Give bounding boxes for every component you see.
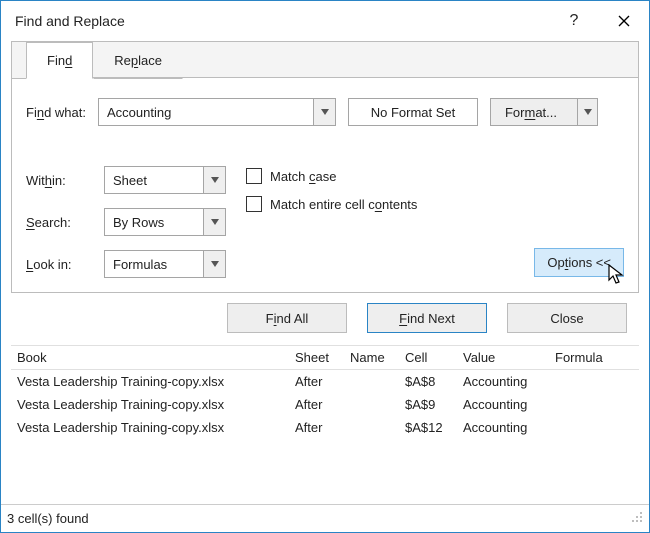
help-button[interactable]: ? (549, 2, 599, 40)
cell-value: Accounting (463, 420, 555, 435)
dialog-title: Find and Replace (15, 13, 549, 29)
titlebar: Find and Replace ? (1, 1, 649, 41)
resize-grip-icon[interactable] (631, 511, 643, 526)
statusbar: 3 cell(s) found (1, 504, 649, 532)
search-value: By Rows (105, 215, 203, 230)
cell-name (350, 420, 405, 435)
tabs-panel: Find Replace Find what: No Format Set Fo… (11, 41, 639, 293)
find-replace-dialog: Find and Replace ? Find Replace Find wha… (0, 0, 650, 533)
results-table: Book Sheet Name Cell Value Formula Vesta… (11, 345, 639, 439)
table-row[interactable]: Vesta Leadership Training-copy.xlsxAfter… (11, 370, 639, 393)
results-body: Vesta Leadership Training-copy.xlsxAfter… (11, 370, 639, 439)
within-value: Sheet (105, 173, 203, 188)
cell-ref: $A$8 (405, 374, 463, 389)
match-case-label: Match case (270, 169, 336, 184)
cell-formula (555, 397, 633, 412)
close-button[interactable]: Close (507, 303, 627, 333)
col-book[interactable]: Book (17, 350, 295, 365)
col-formula[interactable]: Formula (555, 350, 633, 365)
options-area: Within: Sheet Search: By Rows Look in: (26, 166, 624, 278)
format-preview: No Format Set (348, 98, 478, 126)
match-case-checkbox[interactable]: Match case (246, 168, 624, 184)
within-combo[interactable]: Sheet (104, 166, 226, 194)
col-sheet[interactable]: Sheet (295, 350, 350, 365)
cell-book: Vesta Leadership Training-copy.xlsx (17, 397, 295, 412)
table-row[interactable]: Vesta Leadership Training-copy.xlsxAfter… (11, 393, 639, 416)
lookin-value: Formulas (105, 257, 203, 272)
find-what-row: Find what: No Format Set Format... (26, 98, 624, 126)
chevron-down-icon[interactable] (313, 99, 335, 125)
main-area: Find Replace Find what: No Format Set Fo… (1, 41, 649, 449)
chevron-down-icon[interactable] (577, 99, 597, 125)
format-button[interactable]: Format... (490, 98, 598, 126)
find-next-button[interactable]: Find Next (367, 303, 487, 333)
find-all-button[interactable]: Find All (227, 303, 347, 333)
right-options: Match case Match entire cell contents Op… (246, 166, 624, 278)
chevron-down-icon[interactable] (203, 251, 225, 277)
tab-body: Find what: No Format Set Format... Withi… (12, 78, 638, 292)
find-what-combo[interactable] (98, 98, 336, 126)
close-icon (618, 15, 630, 27)
tab-replace[interactable]: Replace (93, 42, 183, 79)
cell-name (350, 397, 405, 412)
tabs-row: Find Replace (12, 42, 638, 78)
cell-ref: $A$9 (405, 397, 463, 412)
match-entire-label: Match entire cell contents (270, 197, 417, 212)
lookin-combo[interactable]: Formulas (104, 250, 226, 278)
cell-book: Vesta Leadership Training-copy.xlsx (17, 420, 295, 435)
within-label: Within: (26, 173, 96, 188)
find-what-input[interactable] (99, 99, 313, 125)
chevron-down-icon[interactable] (203, 209, 225, 235)
tab-find[interactable]: Find (26, 42, 93, 79)
checkbox-box (246, 168, 262, 184)
cell-ref: $A$12 (405, 420, 463, 435)
action-buttons: Find All Find Next Close (11, 293, 639, 345)
cell-sheet: After (295, 374, 350, 389)
cell-name (350, 374, 405, 389)
search-label: Search: (26, 215, 96, 230)
left-options: Within: Sheet Search: By Rows Look in: (26, 166, 226, 278)
col-name[interactable]: Name (350, 350, 405, 365)
status-text: 3 cell(s) found (7, 511, 89, 526)
cell-book: Vesta Leadership Training-copy.xlsx (17, 374, 295, 389)
close-window-button[interactable] (599, 2, 649, 40)
cell-formula (555, 374, 633, 389)
match-entire-checkbox[interactable]: Match entire cell contents (246, 196, 624, 212)
chevron-down-icon[interactable] (203, 167, 225, 193)
cell-sheet: After (295, 420, 350, 435)
options-toggle-button[interactable]: Options << (534, 248, 624, 277)
results-header: Book Sheet Name Cell Value Formula (11, 345, 639, 370)
find-what-label: Find what: (26, 105, 86, 120)
table-row[interactable]: Vesta Leadership Training-copy.xlsxAfter… (11, 416, 639, 439)
checkbox-box (246, 196, 262, 212)
cell-formula (555, 420, 633, 435)
cell-value: Accounting (463, 397, 555, 412)
cell-value: Accounting (463, 374, 555, 389)
col-cell[interactable]: Cell (405, 350, 463, 365)
cell-sheet: After (295, 397, 350, 412)
lookin-label: Look in: (26, 257, 96, 272)
col-value[interactable]: Value (463, 350, 555, 365)
search-combo[interactable]: By Rows (104, 208, 226, 236)
